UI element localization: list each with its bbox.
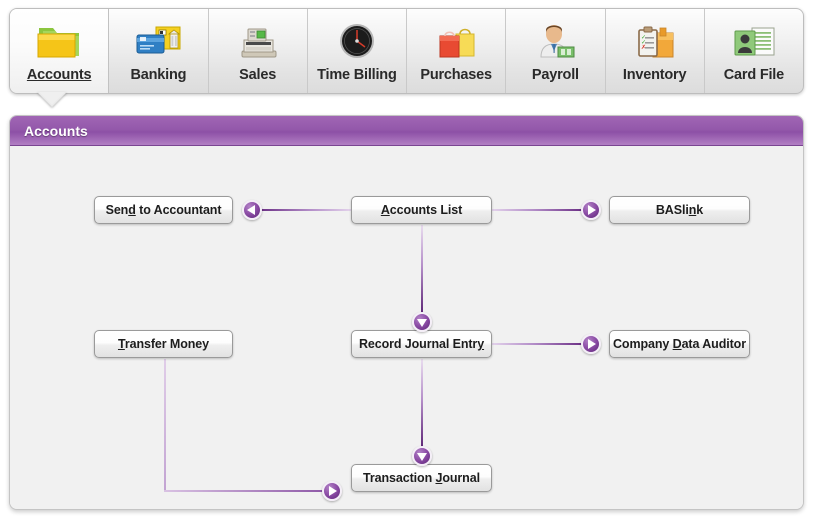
- arrow-to-transaction-journal-right[interactable]: [322, 481, 342, 501]
- tab-purchases[interactable]: Purchases: [407, 9, 506, 93]
- page-title: Accounts: [24, 123, 88, 139]
- arrow-to-baslink[interactable]: [581, 200, 601, 220]
- button-company-data-auditor-label: Company Data Auditor: [613, 337, 746, 351]
- button-send-to-accountant[interactable]: Send to Accountant: [94, 196, 233, 224]
- tab-accounts[interactable]: Accounts: [9, 9, 109, 93]
- button-record-journal-entry-label: Record Journal Entry: [359, 337, 484, 351]
- button-accounts-list-label: Accounts List: [381, 203, 462, 217]
- arrow-to-company-data-auditor[interactable]: [581, 334, 601, 354]
- tab-inventory[interactable]: ✓ ✓ ✗ Inventory: [606, 9, 705, 93]
- connector-transfer-money-vertical: [164, 359, 166, 492]
- triangle-right-icon: [329, 486, 337, 496]
- main-toolbar: Accounts Banking: [9, 8, 804, 94]
- triangle-down-icon: [417, 319, 427, 327]
- shopping-bag-icon: [407, 18, 505, 64]
- clock-icon: [308, 18, 406, 64]
- button-send-to-accountant-label: Send to Accountant: [106, 203, 222, 217]
- tab-card-file[interactable]: Card File: [705, 9, 803, 93]
- tab-card-file-label: Card File: [724, 67, 784, 83]
- svg-text:✓: ✓: [641, 35, 646, 41]
- tab-time-billing-label: Time Billing: [317, 67, 397, 83]
- connector-transfer-money-horizontal: [164, 490, 324, 492]
- tab-time-billing[interactable]: Time Billing: [308, 9, 407, 93]
- triangle-right-icon: [588, 205, 596, 215]
- svg-text:✓: ✓: [641, 40, 646, 46]
- connector-record-journal-entry-to-transaction-journal: [421, 359, 423, 448]
- panel-header: Accounts: [10, 116, 803, 146]
- button-transfer-money-label: Transfer Money: [118, 337, 209, 351]
- triangle-down-icon: [417, 453, 427, 461]
- accounts-command-centre-panel: Accounts: [9, 115, 804, 510]
- arrow-to-send-to-accountant[interactable]: [242, 200, 262, 220]
- button-transaction-journal-label: Transaction Journal: [363, 471, 480, 485]
- credit-card-icon: [109, 18, 207, 64]
- folder-icon: [10, 18, 108, 64]
- arrow-to-record-journal-entry[interactable]: [412, 312, 432, 332]
- connector-accounts-list-to-baslink: [491, 209, 583, 211]
- tab-sales[interactable]: Sales: [209, 9, 308, 93]
- button-baslink[interactable]: BASlink: [609, 196, 750, 224]
- tab-inventory-label: Inventory: [623, 67, 686, 83]
- cash-register-icon: [209, 18, 307, 64]
- connector-accounts-list-to-send-to-accountant: [260, 209, 352, 211]
- person-money-icon: [506, 18, 604, 64]
- button-company-data-auditor[interactable]: Company Data Auditor: [609, 330, 750, 358]
- connector-record-journal-entry-to-company-data-auditor: [491, 343, 583, 345]
- contact-card-icon: [705, 18, 803, 64]
- tab-payroll[interactable]: Payroll: [506, 9, 605, 93]
- svg-text:✗: ✗: [641, 44, 646, 51]
- tab-banking[interactable]: Banking: [109, 9, 208, 93]
- button-baslink-label: BASlink: [656, 203, 703, 217]
- tab-purchases-label: Purchases: [420, 67, 492, 83]
- triangle-left-icon: [247, 205, 255, 215]
- tab-banking-label: Banking: [130, 67, 186, 83]
- command-centre-tabs: Accounts Banking: [9, 8, 804, 94]
- tab-payroll-label: Payroll: [532, 67, 579, 83]
- flowchart-canvas: Send to Accountant Accounts List BASlink…: [10, 146, 803, 509]
- arrow-to-transaction-journal-down[interactable]: [412, 446, 432, 466]
- box-clipboard-icon: ✓ ✓ ✗: [606, 18, 704, 64]
- button-transaction-journal[interactable]: Transaction Journal: [351, 464, 492, 492]
- active-tab-pointer: [37, 92, 67, 107]
- tab-sales-label: Sales: [239, 67, 276, 83]
- button-transfer-money[interactable]: Transfer Money: [94, 330, 233, 358]
- button-record-journal-entry[interactable]: Record Journal Entry: [351, 330, 492, 358]
- button-accounts-list[interactable]: Accounts List: [351, 196, 492, 224]
- triangle-right-icon: [588, 339, 596, 349]
- connector-accounts-list-to-record-journal-entry: [421, 225, 423, 314]
- tab-accounts-label: Accounts: [27, 67, 91, 83]
